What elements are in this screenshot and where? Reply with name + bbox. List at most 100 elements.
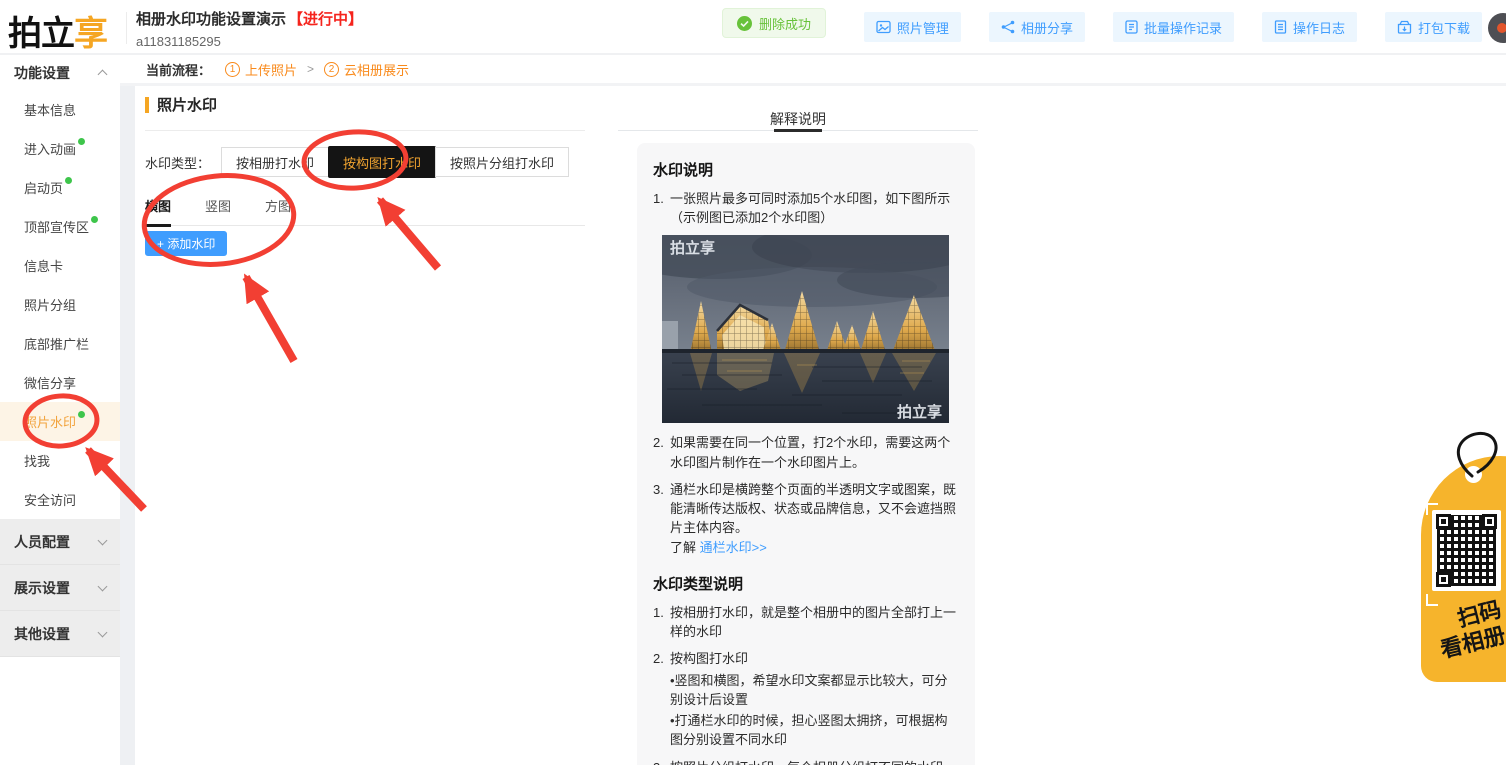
photo-manage-label: 照片管理 [897, 18, 949, 37]
header-action-bar: 照片管理 相册分享 批量操作记录 [864, 12, 1482, 42]
qr-bracket [1426, 594, 1438, 606]
tab-label: 方图 [265, 199, 291, 214]
sidebar-item-find-me[interactable]: 找我 [0, 441, 120, 480]
scan-album-tag: 扫码 看相册 [1421, 456, 1506, 682]
annotation-arrow-to-tabs [246, 277, 294, 361]
user-avatar[interactable] [1488, 13, 1506, 43]
header-divider [126, 12, 127, 44]
item-text: 按构图打水印 [670, 651, 748, 666]
sidebar-item-label: 照片水印 [24, 412, 76, 431]
explain-item: 2. 如果需要在同一个位置，打2个水印，需要这两个水印图片制作在一个水印图片上。 [653, 433, 959, 471]
tab-portrait[interactable]: 竖图 [205, 196, 231, 225]
share-icon [1001, 20, 1015, 34]
watermark-type-row: 水印类型： 按相册打水印 按构图打水印 按照片分组打水印 [145, 146, 569, 178]
success-toast: 删除成功 [722, 8, 826, 38]
qr-finder [1436, 572, 1451, 587]
section-divider [145, 130, 585, 131]
batch-record-label: 批量操作记录 [1144, 18, 1222, 37]
page-title: 相册水印功能设置演示【进行中】 [136, 8, 363, 29]
sidebar-item-splash-page[interactable]: 启动页 [0, 168, 120, 207]
album-share-button[interactable]: 相册分享 [989, 12, 1085, 42]
breadcrumb-step-cloud-album: 2 云相册展示 [324, 60, 409, 79]
sidebar: 功能设置 基本信息 进入动画 启动页 顶部宣传区 信息卡 照片分组 底部推广栏 … [0, 55, 120, 765]
sidebar-group-other-settings[interactable]: 其他设置 [0, 611, 120, 657]
tab-explanation[interactable]: 解释说明 [618, 109, 978, 129]
item-number: 3. [653, 758, 670, 765]
item-text: 如果需要在同一个位置，打2个水印，需要这两个水印图片制作在一个水印图片上。 [670, 433, 959, 471]
photo-manage-button[interactable]: 照片管理 [864, 12, 961, 42]
photo-watermark-top-left: 拍立享 [670, 239, 715, 257]
type-option-label: 按构图打水印 [343, 156, 421, 171]
sidebar-item-wechat-share[interactable]: 微信分享 [0, 363, 120, 402]
top-header: 拍立享 相册水印功能设置演示【进行中】 a11831185295 删除成功 [0, 0, 1506, 55]
title-accent-bar [145, 97, 149, 113]
add-watermark-button[interactable]: + 添加水印 [145, 231, 227, 256]
batch-record-button[interactable]: 批量操作记录 [1113, 12, 1234, 42]
item-number: 2. [653, 433, 670, 471]
package-download-button[interactable]: 打包下载 [1385, 12, 1482, 42]
sidebar-group-staff-config[interactable]: 人员配置 [0, 519, 120, 565]
sidebar-item-info-card[interactable]: 信息卡 [0, 246, 120, 285]
notification-dot [91, 216, 98, 223]
logo-text-black: 拍立 [8, 15, 74, 53]
notification-dot [65, 177, 72, 184]
type-option-by-album[interactable]: 按相册打水印 [221, 147, 329, 177]
batch-record-icon [1125, 20, 1138, 34]
sidebar-group-label: 其他设置 [14, 624, 70, 644]
type-option-by-photo-group[interactable]: 按照片分组打水印 [435, 147, 569, 177]
sidebar-content-gap [120, 86, 135, 765]
scan-album-text: 扫码 看相册 [1432, 597, 1506, 665]
tab-landscape[interactable]: 横图 [145, 196, 171, 227]
sidebar-item-label: 找我 [24, 451, 50, 470]
explanation-card: 水印说明 1. 一张照片最多可同时添加5个水印图，如下图所示（示例图已添加2个水… [637, 143, 975, 765]
step-text-1: 上传照片 [245, 60, 297, 79]
item-text: 了解 [670, 540, 700, 555]
breadcrumb: 当前流程： 1 上传照片 > 2 云相册展示 [120, 55, 1506, 86]
brand-logo: 拍立享 [8, 6, 107, 55]
sidebar-item-enter-animation[interactable]: 进入动画 [0, 129, 120, 168]
sidebar-item-bottom-promo[interactable]: 底部推广栏 [0, 324, 120, 363]
sidebar-group-label: 展示设置 [14, 578, 70, 598]
photo-icon [876, 20, 891, 34]
sidebar-item-top-banner[interactable]: 顶部宣传区 [0, 207, 120, 246]
sidebar-item-secure-access[interactable]: 安全访问 [0, 480, 120, 519]
explain-item: 3. 按照片分组打水印，每个相册分组打不同的水印 [653, 758, 959, 765]
breadcrumb-separator: > [307, 62, 314, 76]
tab-label: 竖图 [205, 199, 231, 214]
logo-text-orange: 享 [74, 15, 107, 53]
sidebar-item-label: 底部推广栏 [24, 334, 89, 353]
tab-label: 横图 [145, 199, 171, 214]
operation-log-button[interactable]: 操作日志 [1262, 12, 1357, 42]
photo-watermark-bottom-right: 拍立享 [897, 403, 942, 421]
sidebar-item-basic-info[interactable]: 基本信息 [0, 90, 120, 129]
sidebar-item-photo-watermark[interactable]: 照片水印 [0, 402, 120, 441]
sidebar-group-display-settings[interactable]: 展示设置 [0, 565, 120, 611]
explain-heading-watermark: 水印说明 [653, 159, 959, 180]
sidebar-group-function-settings[interactable]: 功能设置 [0, 55, 120, 90]
qr-finder [1482, 514, 1497, 529]
toast-text: 删除成功 [759, 14, 811, 33]
item-number: 3. [653, 480, 670, 557]
section-title-text: 照片水印 [157, 94, 217, 115]
item-number: 1. [653, 189, 670, 227]
breadcrumb-step-upload: 1 上传照片 [225, 60, 297, 79]
tab-square[interactable]: 方图 [265, 196, 291, 225]
type-option-by-composition[interactable]: 按构图打水印 [328, 146, 436, 178]
notification-dot [78, 411, 85, 418]
explain-heading-types: 水印类型说明 [653, 573, 959, 594]
step-text-2: 云相册展示 [344, 60, 409, 79]
page-title-text: 相册水印功能设置演示 [136, 11, 286, 28]
breadcrumb-label: 当前流程： [146, 60, 211, 79]
banner-watermark-link[interactable]: 通栏水印>> [700, 540, 767, 555]
sidebar-item-photo-groups[interactable]: 照片分组 [0, 285, 120, 324]
content-section-title: 照片水印 [145, 94, 217, 115]
operation-log-label: 操作日志 [1293, 18, 1345, 37]
app-window: 拍立享 相册水印功能设置演示【进行中】 a11831185295 删除成功 [0, 0, 1506, 765]
sidebar-item-label: 进入动画 [24, 139, 76, 158]
explain-item: 1. 一张照片最多可同时添加5个水印图，如下图所示（示例图已添加2个水印图） [653, 189, 959, 227]
avatar-logo-dot [1497, 23, 1506, 33]
check-circle-icon [737, 16, 752, 31]
sidebar-item-label: 基本信息 [24, 100, 76, 119]
album-share-label: 相册分享 [1021, 18, 1073, 37]
type-option-label: 按照片分组打水印 [450, 156, 554, 171]
